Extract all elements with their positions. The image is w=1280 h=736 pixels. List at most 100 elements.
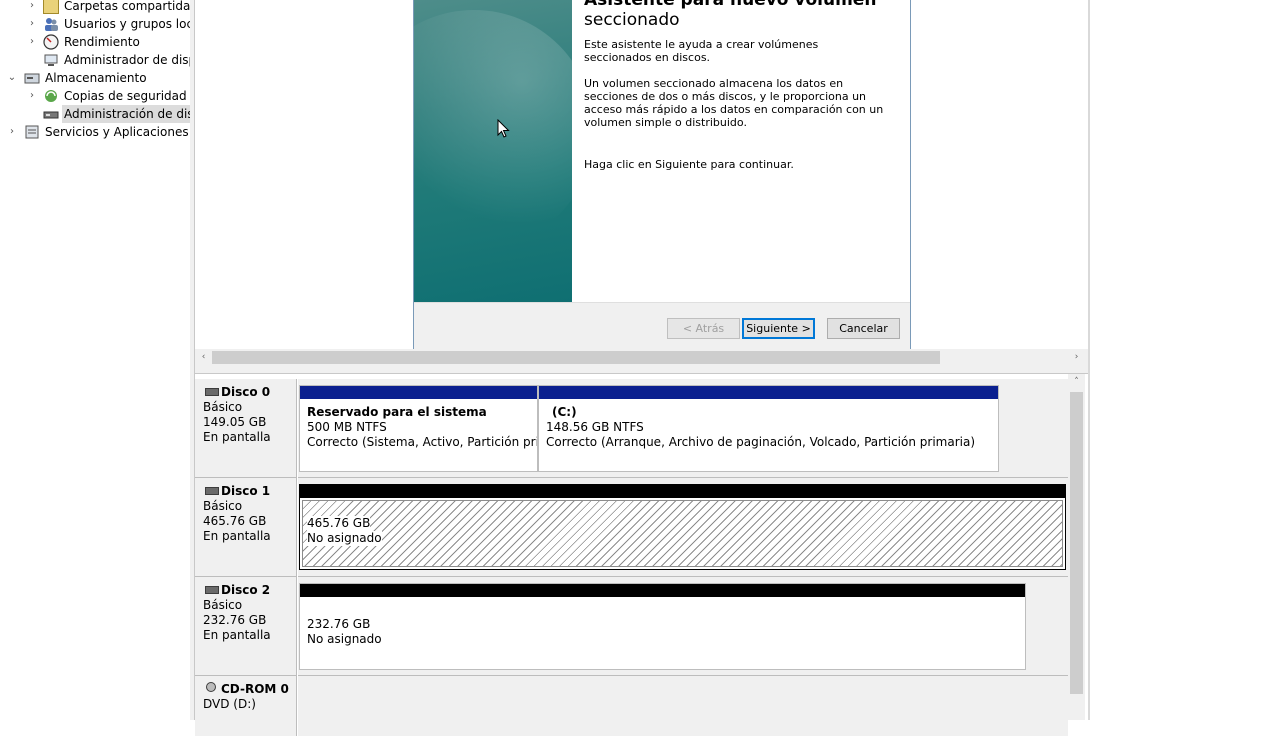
tree-item-label: Usuarios y grupos locales bbox=[64, 17, 190, 31]
tree-item-services-apps[interactable]: › Servicios y Aplicaciones bbox=[0, 123, 190, 141]
mouse-cursor-icon bbox=[497, 119, 510, 138]
disk-icon bbox=[205, 487, 219, 495]
tree-item-label: Carpetas compartidas bbox=[64, 0, 190, 13]
disk-name: Disco 2 bbox=[221, 583, 271, 597]
disk-status: En pantalla bbox=[203, 628, 271, 642]
disk-size: 465.76 GB bbox=[203, 514, 267, 528]
tree-item-disk-management[interactable]: Administración de discos bbox=[0, 105, 190, 123]
wizard-description-text: Un volumen seccionado almacena los datos… bbox=[584, 77, 884, 129]
tree-item-windows-backup[interactable]: › Copias de seguridad de Windows Server bbox=[0, 87, 190, 105]
wizard-intro-text: Este asistente le ayuda a crear volúmene… bbox=[584, 38, 819, 64]
wizard-title: Asistente para nuevo volumen seccionado bbox=[584, 0, 904, 30]
expand-chevron-icon[interactable]: › bbox=[6, 123, 18, 141]
disk-info-2[interactable]: Disco 2 Básico 232.76 GB En pantalla bbox=[195, 577, 297, 676]
pane-splitter[interactable] bbox=[195, 366, 1088, 374]
next-button[interactable]: Siguiente > bbox=[742, 318, 815, 339]
disk-name: Disco 0 bbox=[221, 385, 271, 399]
disk-status: En pantalla bbox=[203, 430, 271, 444]
wizard-title-line2: seccionado bbox=[584, 10, 680, 30]
wizard-title-line1: Asistente para nuevo volumen bbox=[584, 0, 877, 10]
backup-icon bbox=[43, 88, 59, 104]
partition-bar bbox=[300, 386, 537, 399]
partition-c-drive[interactable]: (C:) 148.56 GB NTFS Correcto (Arranque, … bbox=[538, 385, 999, 472]
scroll-left-icon[interactable]: ‹ bbox=[195, 349, 212, 366]
console-tree: › Carpetas compartidas › Usuarios y grup… bbox=[0, 0, 191, 720]
expand-chevron-icon[interactable]: › bbox=[26, 0, 38, 15]
services-icon bbox=[24, 124, 40, 140]
disk-name: Disco 1 bbox=[221, 484, 271, 498]
collapse-chevron-icon[interactable]: ⌄ bbox=[6, 69, 18, 87]
expand-chevron-icon[interactable]: › bbox=[26, 33, 38, 51]
disk-graphical-view: Disco 0 Básico 149.05 GB En pantalla Res… bbox=[195, 374, 1088, 736]
disk-size: 149.05 GB bbox=[203, 415, 267, 429]
horizontal-scrollbar[interactable]: ‹ › bbox=[195, 349, 1088, 366]
partition-bar bbox=[300, 584, 1025, 597]
partition-name: (C:) bbox=[552, 405, 577, 419]
disk-type: DVD (D:) bbox=[203, 697, 256, 711]
vertical-scroll-thumb[interactable] bbox=[1070, 392, 1083, 694]
tree-item-label: Administrador de dispositivos bbox=[64, 53, 190, 67]
partition-size: 500 MB NTFS bbox=[307, 420, 387, 434]
disk-type: Básico bbox=[203, 400, 243, 414]
back-button[interactable]: < Atrás bbox=[667, 318, 740, 339]
tree-item-label: Rendimiento bbox=[64, 35, 140, 49]
wizard-footer: < Atrás Siguiente > Cancelar bbox=[414, 302, 910, 349]
disk-row-1: Disco 1 Básico 465.76 GB En pantalla 465… bbox=[195, 478, 1068, 577]
tree-item-label: Administración de discos bbox=[62, 105, 190, 123]
disk-type: Básico bbox=[203, 499, 243, 513]
storage-icon bbox=[24, 70, 40, 86]
partition-system-reserved[interactable]: Reservado para el sistema 500 MB NTFS Co… bbox=[299, 385, 538, 472]
disk-map-1: 465.76 GB No asignado bbox=[298, 478, 1068, 577]
tree-item-storage[interactable]: ⌄ Almacenamiento bbox=[0, 69, 190, 87]
disk-map-cdrom bbox=[298, 676, 1068, 736]
disk-row-2: Disco 2 Básico 232.76 GB En pantalla 232… bbox=[195, 577, 1068, 676]
partition-status: Correcto (Sistema, Activo, Partición pri… bbox=[307, 435, 537, 449]
users-groups-icon bbox=[43, 16, 59, 32]
device-manager-icon bbox=[43, 52, 59, 68]
performance-icon bbox=[43, 34, 59, 50]
tree-item-label: Copias de seguridad de Windows Server bbox=[64, 89, 190, 103]
disk-size: 232.76 GB bbox=[203, 613, 267, 627]
disk-map-2: 232.76 GB No asignado bbox=[298, 577, 1068, 676]
partition-status: No asignado bbox=[307, 531, 382, 546]
expand-chevron-icon[interactable]: › bbox=[26, 15, 38, 33]
vertical-scrollbar[interactable]: ˄ bbox=[1068, 374, 1085, 720]
horizontal-scroll-thumb[interactable] bbox=[212, 351, 940, 364]
actions-pane bbox=[1090, 0, 1280, 720]
wizard-content: Asistente para nuevo volumen seccionado … bbox=[572, 0, 910, 302]
tree-item-local-users[interactable]: › Usuarios y grupos locales bbox=[0, 15, 190, 33]
disk-row-0: Disco 0 Básico 149.05 GB En pantalla Res… bbox=[195, 379, 1068, 478]
tree-item-label: Servicios y Aplicaciones bbox=[45, 125, 189, 139]
scroll-up-icon[interactable]: ˄ bbox=[1068, 374, 1085, 391]
volume-list-pane: Asistente para nuevo volumen seccionado … bbox=[195, 0, 1088, 349]
partition-bar bbox=[300, 485, 1065, 498]
tree-item-label: Almacenamiento bbox=[45, 71, 147, 85]
partition-unallocated[interactable]: 232.76 GB No asignado bbox=[299, 583, 1026, 670]
partition-name: Reservado para el sistema bbox=[307, 405, 487, 419]
disk-icon bbox=[205, 388, 219, 396]
disk-map-0: Reservado para el sistema 500 MB NTFS Co… bbox=[298, 379, 1068, 478]
tree-item-shared-folders[interactable]: › Carpetas compartidas bbox=[0, 0, 190, 15]
disk-info-cdrom[interactable]: CD-ROM 0 DVD (D:) bbox=[195, 676, 297, 736]
disk-name: CD-ROM 0 bbox=[221, 682, 289, 696]
partition-size: 232.76 GB bbox=[307, 617, 371, 631]
partition-size: 148.56 GB NTFS bbox=[546, 420, 644, 434]
wizard-continue-hint: Haga clic en Siguiente para continuar. bbox=[584, 158, 794, 171]
cancel-button[interactable]: Cancelar bbox=[827, 318, 900, 339]
wizard-banner-image bbox=[354, 0, 594, 302]
partition-unallocated-selected[interactable]: 465.76 GB No asignado bbox=[299, 484, 1066, 570]
shared-folder-icon bbox=[43, 0, 59, 14]
expand-chevron-icon[interactable]: › bbox=[26, 87, 38, 105]
new-striped-volume-wizard: Asistente para nuevo volumen seccionado … bbox=[354, 0, 911, 349]
scroll-right-icon[interactable]: › bbox=[1068, 349, 1085, 366]
disk-status: En pantalla bbox=[203, 529, 271, 543]
partition-status: No asignado bbox=[307, 632, 382, 646]
cdrom-icon bbox=[206, 682, 216, 692]
partition-bar bbox=[539, 386, 998, 399]
disk-type: Básico bbox=[203, 598, 243, 612]
disk-info-1[interactable]: Disco 1 Básico 465.76 GB En pantalla bbox=[195, 478, 297, 577]
tree-item-device-manager[interactable]: Administrador de dispositivos bbox=[0, 51, 190, 69]
disk-info-0[interactable]: Disco 0 Básico 149.05 GB En pantalla bbox=[195, 379, 297, 478]
disk-management-icon bbox=[43, 106, 59, 122]
tree-item-performance[interactable]: › Rendimiento bbox=[0, 33, 190, 51]
